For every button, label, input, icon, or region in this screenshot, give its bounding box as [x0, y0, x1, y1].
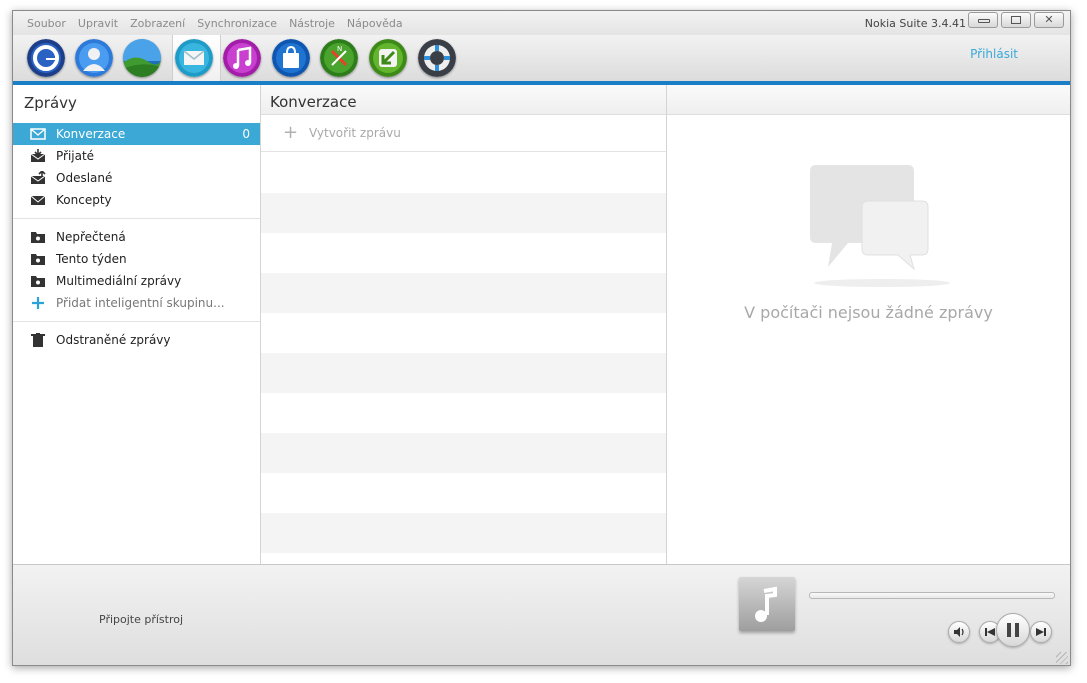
sidebar-item-conversations[interactable]: Konverzace 0	[13, 123, 260, 145]
sync-icon[interactable]	[369, 39, 407, 77]
signin-link[interactable]: Přihlásit	[970, 47, 1018, 61]
menu-file[interactable]: Soubor	[27, 17, 66, 30]
trash-icon	[31, 333, 45, 347]
sidebar-item-multimedia[interactable]: Multimediální zprávy	[13, 270, 260, 292]
sidebar-item-label: Konverzace	[56, 127, 126, 141]
photos-icon[interactable]	[123, 39, 161, 77]
music-icon[interactable]	[223, 39, 261, 77]
album-art	[739, 577, 795, 631]
plus-icon: +	[283, 122, 299, 143]
play-pause-button[interactable]	[996, 613, 1030, 647]
app-title: Nokia Suite 3.4.41	[864, 17, 966, 30]
content-area: Zprávy Konverzace 0 Přijaté Odeslané Kon…	[13, 85, 1070, 564]
menu-help[interactable]: Nápověda	[347, 17, 403, 30]
volume-icon	[954, 627, 964, 637]
drafts-icon	[30, 195, 46, 205]
menu-sync[interactable]: Synchronizace	[197, 17, 277, 30]
conversation-list-panel: Konverzace + Vytvořit zprávu	[261, 85, 667, 564]
title-bar: Soubor Upravit Zobrazení Synchronizace N…	[13, 11, 1070, 35]
list-row-stripe	[261, 273, 666, 313]
volume-button[interactable]	[948, 621, 970, 643]
resize-grip[interactable]	[1056, 652, 1068, 664]
next-track-button[interactable]	[1030, 621, 1052, 643]
menu-view[interactable]: Zobrazení	[130, 17, 185, 30]
new-message-button[interactable]: + Vytvořit zprávu	[261, 115, 666, 152]
sidebar-item-sent[interactable]: Odeslané	[13, 167, 260, 189]
conversation-list-header: Konverzace	[261, 85, 666, 115]
main-toolbar: N Přihlásit	[13, 35, 1070, 81]
sidebar-divider	[13, 321, 260, 322]
smart-folder-icon	[31, 232, 45, 243]
sidebar-item-label: Tento týden	[56, 252, 127, 266]
close-button[interactable]: ✕	[1034, 12, 1064, 28]
sent-icon	[30, 171, 46, 184]
menu-edit[interactable]: Upravit	[78, 17, 118, 30]
count-badge: 0	[242, 127, 250, 141]
playback-progress-bar[interactable]	[809, 592, 1055, 599]
sidebar-item-label: Přijaté	[56, 149, 95, 163]
status-bar: Připojte přístroj	[13, 564, 1070, 665]
sidebar-item-label: Nepřečtená	[56, 230, 126, 244]
inbox-icon	[30, 149, 46, 162]
panel-title: Konverzace	[270, 93, 357, 111]
smart-folder-icon	[31, 276, 45, 287]
app-window: Soubor Upravit Zobrazení Synchronizace N…	[12, 10, 1071, 666]
add-smart-group-button[interactable]: Přidat inteligentní skupinu...	[13, 292, 260, 314]
sidebar-item-label: Multimediální zprávy	[56, 274, 182, 288]
sidebar-divider	[13, 218, 260, 219]
maximize-button[interactable]	[1001, 12, 1031, 28]
messages-icon[interactable]	[175, 39, 213, 77]
sidebar-item-deleted[interactable]: Odstraněné zprávy	[13, 329, 260, 351]
list-row-stripe	[261, 433, 666, 473]
empty-messages-icon	[810, 165, 950, 287]
detail-header	[667, 85, 1070, 115]
store-icon[interactable]	[272, 39, 310, 77]
list-row-stripe	[261, 193, 666, 233]
new-message-label: Vytvořit zprávu	[309, 126, 401, 140]
contacts-icon[interactable]	[75, 39, 113, 77]
maps-icon[interactable]: N	[320, 39, 358, 77]
sidebar-item-inbox[interactable]: Přijaté	[13, 145, 260, 167]
svg-text:N: N	[337, 45, 342, 53]
conversation-icon	[30, 128, 46, 140]
list-row-stripe	[261, 513, 666, 553]
skip-forward-icon	[1036, 628, 1046, 636]
sidebar-item-unread[interactable]: Nepřečtená	[13, 226, 260, 248]
sidebar-title: Zprávy	[24, 94, 77, 112]
sidebar-item-drafts[interactable]: Koncepty	[13, 189, 260, 211]
sidebar-item-label: Odstraněné zprávy	[56, 333, 171, 347]
home-icon[interactable]	[27, 39, 65, 77]
sidebar-item-label: Odeslané	[56, 171, 113, 185]
add-smart-group-label: Přidat inteligentní skupinu...	[56, 296, 225, 310]
menu-tools[interactable]: Nástroje	[289, 17, 335, 30]
empty-state-text: V počítači nejsou žádné zprávy	[744, 303, 993, 322]
sidebar-item-label: Koncepty	[56, 193, 112, 207]
list-row-stripe	[261, 353, 666, 393]
menu-bar: Soubor Upravit Zobrazení Synchronizace N…	[27, 17, 403, 30]
support-icon[interactable]	[418, 39, 456, 77]
pause-icon	[1007, 623, 1019, 637]
smart-folder-icon	[31, 254, 45, 265]
connect-device-label: Připojte přístroj	[99, 613, 184, 626]
message-detail-panel: V počítači nejsou žádné zprávy	[667, 85, 1070, 564]
sidebar-item-this-week[interactable]: Tento týden	[13, 248, 260, 270]
sidebar: Zprávy Konverzace 0 Přijaté Odeslané Kon…	[13, 85, 261, 564]
minimize-button[interactable]	[968, 12, 998, 28]
window-controls: ✕	[968, 12, 1064, 28]
plus-icon	[32, 297, 44, 309]
